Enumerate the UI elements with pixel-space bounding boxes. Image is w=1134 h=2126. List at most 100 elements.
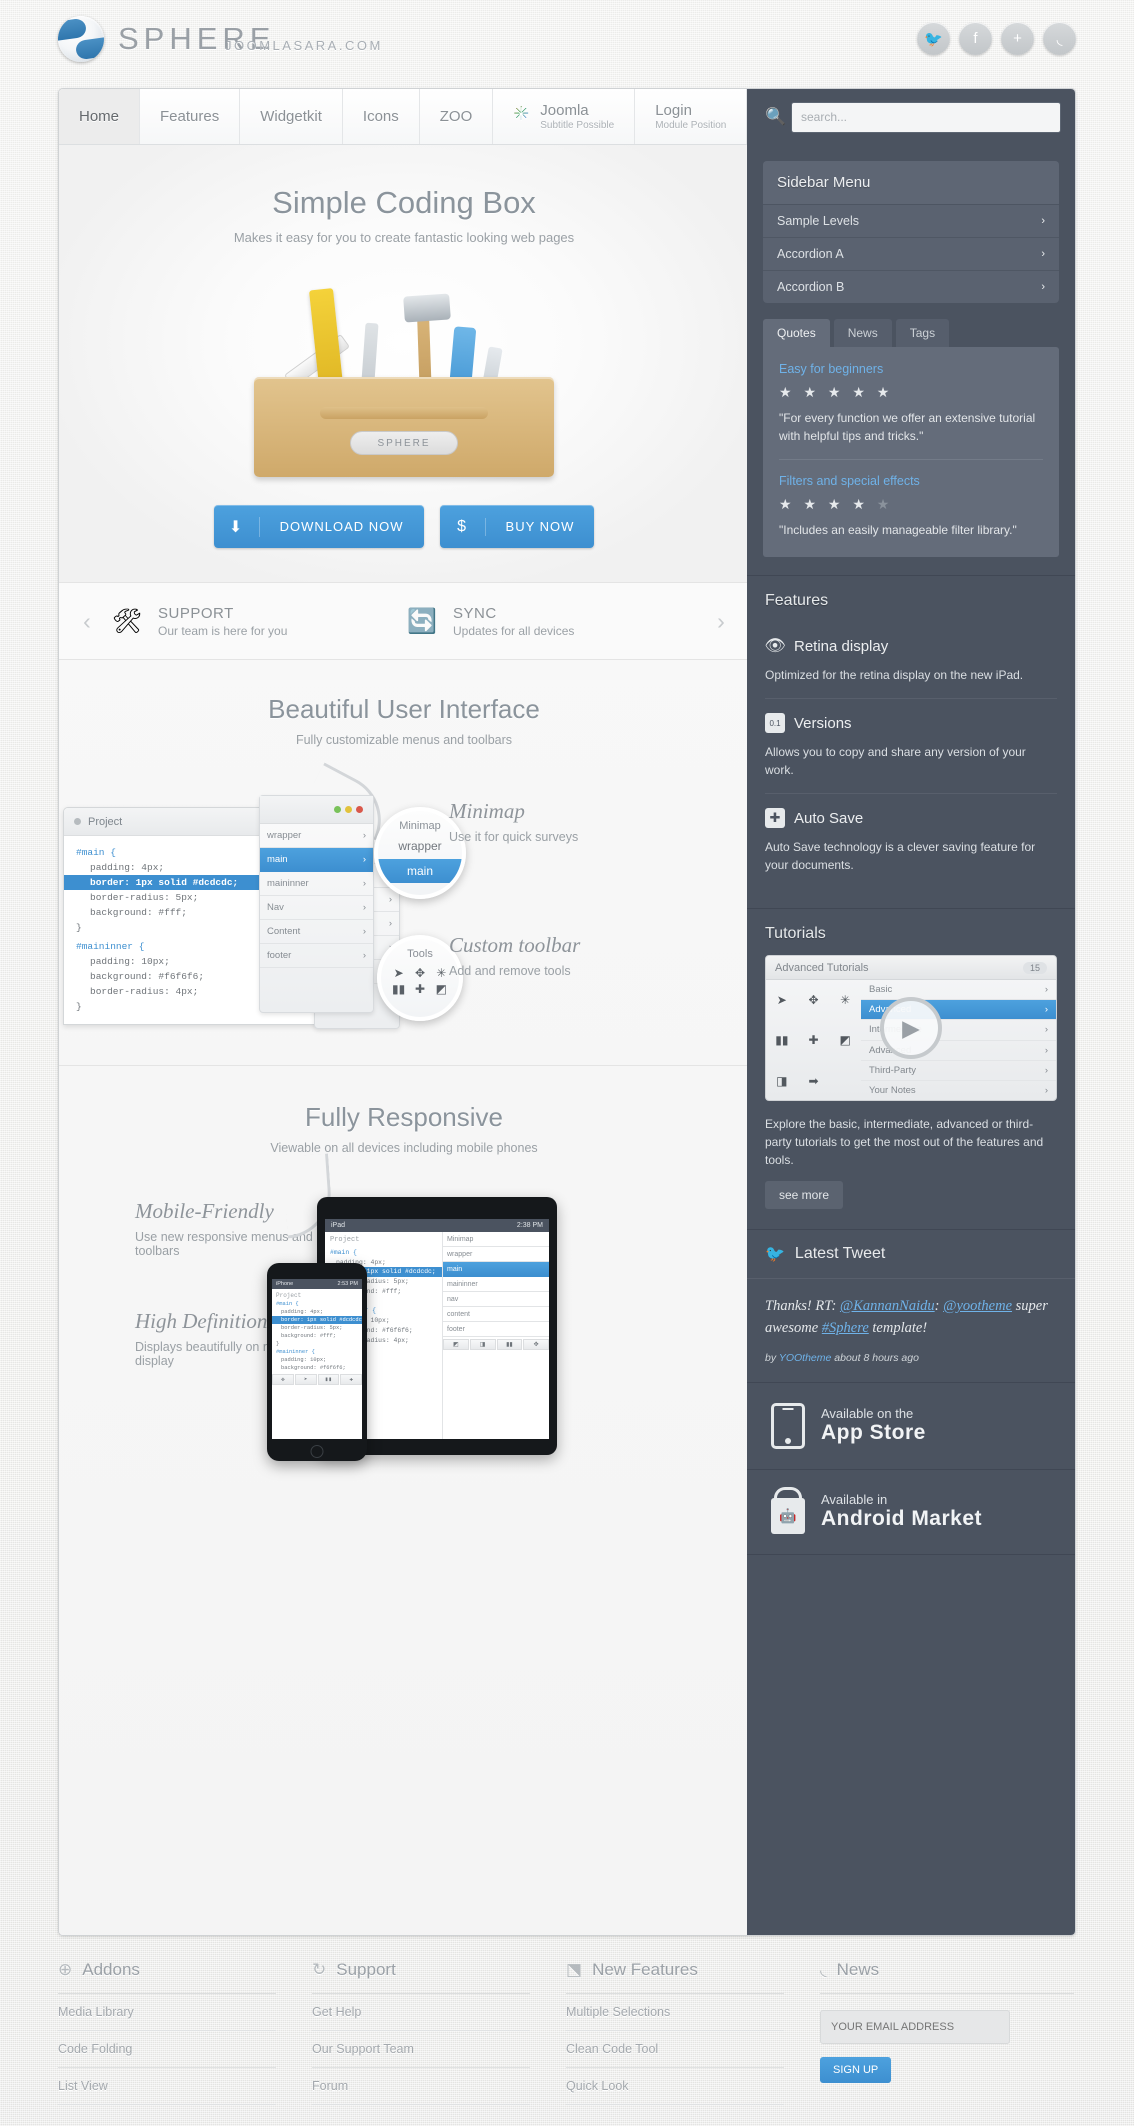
rss-icon[interactable]: ◟: [1043, 22, 1076, 55]
tool-icon[interactable]: ▮▮: [317, 1374, 340, 1385]
google-plus-icon[interactable]: +: [1001, 22, 1034, 55]
pane-row[interactable]: Content ›: [260, 920, 373, 944]
versions-document-icon: 0.1: [765, 713, 785, 733]
iphone-status-bar: iPhone 2:53 PM: [272, 1279, 362, 1289]
tutorials-module-title: Tutorials: [765, 925, 826, 942]
nav-item-zoo[interactable]: ZOO: [420, 89, 494, 144]
tutorials-text: Explore the basic, intermediate, advance…: [765, 1117, 1044, 1167]
tutorials-preview[interactable]: Advanced Tutorials 15 ➤ ✥ ✳ ▮▮ ✚ ◩ ◨ ➡ B…: [765, 955, 1057, 1101]
resp-section-header: Fully Responsive Viewable on all devices…: [59, 1065, 749, 1163]
footer-link[interactable]: Get Help: [312, 1994, 530, 2031]
quote-title[interactable]: Filters and special effects: [779, 474, 1043, 488]
tweet-meta-author[interactable]: YOOtheme: [779, 1352, 832, 1364]
pane-row[interactable]: maininner ›: [260, 872, 373, 896]
tweet-mention-2[interactable]: @yootheme: [943, 1298, 1012, 1314]
code-line-selected: border: 1px solid #dcdcdc;: [272, 1316, 362, 1324]
chart-icon: ▮▮: [775, 1033, 789, 1048]
tool-icon[interactable]: ◩: [443, 1339, 469, 1350]
feature-carousel: ‹ 🛠 SUPPORT Our team is here for you 🔄 S…: [59, 582, 749, 660]
resp-section-subtitle: Viewable on all devices including mobile…: [270, 1141, 538, 1155]
pane-row[interactable]: Nav ›: [260, 896, 373, 920]
ipad-project-label: Project: [330, 1236, 360, 1245]
newsletter-email-input[interactable]: [820, 2010, 1010, 2044]
app-store-badge[interactable]: Available on the App Store: [747, 1383, 1075, 1470]
pane-row[interactable]: maininner: [443, 1277, 549, 1292]
twitter-icon[interactable]: 🐦: [917, 22, 950, 55]
tab-quotes[interactable]: Quotes: [763, 319, 830, 347]
sidebar-item-accordion-b[interactable]: Accordion B ›: [763, 271, 1059, 303]
tool-icon[interactable]: ✥: [272, 1374, 294, 1385]
nav-sublabel: Subtitle Possible: [540, 120, 615, 131]
sidebar-item-accordion-a[interactable]: Accordion A ›: [763, 238, 1059, 271]
nav-item-icons[interactable]: Icons: [343, 89, 420, 144]
footer-link[interactable]: Clean Code Tool: [566, 2031, 784, 2068]
cursor-icon: ➤: [393, 966, 404, 980]
chevron-right-icon[interactable]: ›: [699, 608, 743, 635]
tweet-mention-1[interactable]: @KannanNaidu: [840, 1298, 935, 1314]
pane-row[interactable]: content: [443, 1307, 549, 1322]
see-more-button[interactable]: see more: [765, 1181, 844, 1209]
auto-save-plus-icon: ✚: [765, 808, 785, 828]
feature-title: Auto Save: [794, 809, 864, 827]
newsletter-signup-button[interactable]: SIGN UP: [820, 2057, 892, 2083]
android-market-badge[interactable]: Available in Android Market: [747, 1470, 1075, 1555]
annotation-minimap: Minimap Use it for quick surveys: [449, 799, 578, 844]
download-now-button[interactable]: ⬇ DOWNLOAD NOW: [213, 505, 424, 548]
footer-link[interactable]: Quick Look: [566, 2068, 784, 2105]
footer-link[interactable]: Our Support Team: [312, 2031, 530, 2068]
tutorial-row[interactable]: Basic ›: [861, 980, 1056, 1001]
footer-link[interactable]: Media Library: [58, 1994, 276, 2031]
feature-text: Allows you to copy and share any version…: [765, 745, 1026, 777]
tab-news[interactable]: News: [833, 319, 892, 347]
tweet-meta: by YOOtheme about 8 hours ago: [765, 1352, 1057, 1364]
quote-title[interactable]: Easy for beginners: [779, 362, 1043, 376]
iphone-home-button[interactable]: [310, 1445, 324, 1458]
buy-now-button[interactable]: $ BUY NOW: [439, 505, 595, 548]
tool-icon[interactable]: ▮▮: [496, 1339, 523, 1350]
pane-row[interactable]: wrapper ›: [260, 824, 373, 848]
carousel-item-support[interactable]: 🛠 SUPPORT Our team is here for you: [109, 603, 404, 639]
tweet-hashtag[interactable]: #Sphere: [822, 1320, 869, 1336]
nav-item-login[interactable]: Login Module Position: [635, 89, 748, 144]
pane-row[interactable]: footer: [443, 1322, 549, 1337]
footer-link[interactable]: Code Folding: [58, 2031, 276, 2068]
tweet-body: Thanks! RT: @KannanNaidu: @yootheme supe…: [747, 1279, 1075, 1382]
nav-label: Icons: [362, 108, 399, 125]
chevron-right-icon: ›: [1041, 215, 1045, 227]
slash-icon: ◨: [776, 1073, 788, 1088]
nav-item-widgetkit[interactable]: Widgetkit: [240, 89, 343, 144]
nav-item-features[interactable]: Features: [140, 89, 241, 144]
pane-row-active[interactable]: main ›: [260, 848, 373, 872]
footer-heading-label: New Features: [592, 1960, 698, 1979]
code-line: background: #fff;: [281, 1333, 336, 1339]
play-icon[interactable]: ▶: [880, 997, 942, 1059]
tool-icon[interactable]: ✥: [523, 1339, 549, 1350]
sidebar-item-sample-levels[interactable]: Sample Levels ›: [763, 205, 1059, 238]
carousel-item-sync[interactable]: 🔄 SYNC Updates for all devices: [404, 603, 699, 639]
quote-rating: ★ ★ ★ ★ ★: [779, 496, 894, 512]
facebook-icon[interactable]: f: [959, 22, 992, 55]
tool-icon[interactable]: ✚: [340, 1374, 362, 1385]
star-icon: ✳: [840, 993, 851, 1008]
tool-icon[interactable]: ➤: [294, 1374, 317, 1385]
tutorial-row[interactable]: Your Notes ›: [861, 1081, 1056, 1100]
tutorials-count-badge: 15: [1022, 961, 1047, 974]
footer-link[interactable]: Multiple Selections: [566, 1994, 784, 2031]
chevron-left-icon[interactable]: ‹: [65, 608, 109, 635]
tool-icon[interactable]: ◨: [469, 1339, 496, 1350]
tutorial-row[interactable]: Third-Party ›: [861, 1061, 1056, 1081]
pane-row[interactable]: footer ›: [260, 944, 373, 968]
search-input[interactable]: [791, 101, 1061, 133]
bubble-tool-icons: ➤ ✥ ✳ ▮▮ ✚ ◩: [381, 960, 459, 996]
nav-item-joomla[interactable]: Joomla Subtitle Possible: [493, 89, 636, 144]
pane-row-active[interactable]: main: [443, 1262, 549, 1277]
pane-row[interactable]: wrapper: [443, 1247, 549, 1262]
footer-link[interactable]: Forum: [312, 2068, 530, 2105]
nav-item-home[interactable]: Home: [59, 89, 141, 144]
pane-row[interactable]: nav: [443, 1292, 549, 1307]
social-links: 🐦 f + ◟: [917, 22, 1076, 55]
tab-tags[interactable]: Tags: [895, 319, 950, 347]
footer-link[interactable]: List View: [58, 2068, 276, 2105]
footer-column-addons: ⊕ Addons Media Library Code Folding List…: [58, 1960, 312, 2105]
chart-icon: ▮▮: [392, 982, 406, 996]
